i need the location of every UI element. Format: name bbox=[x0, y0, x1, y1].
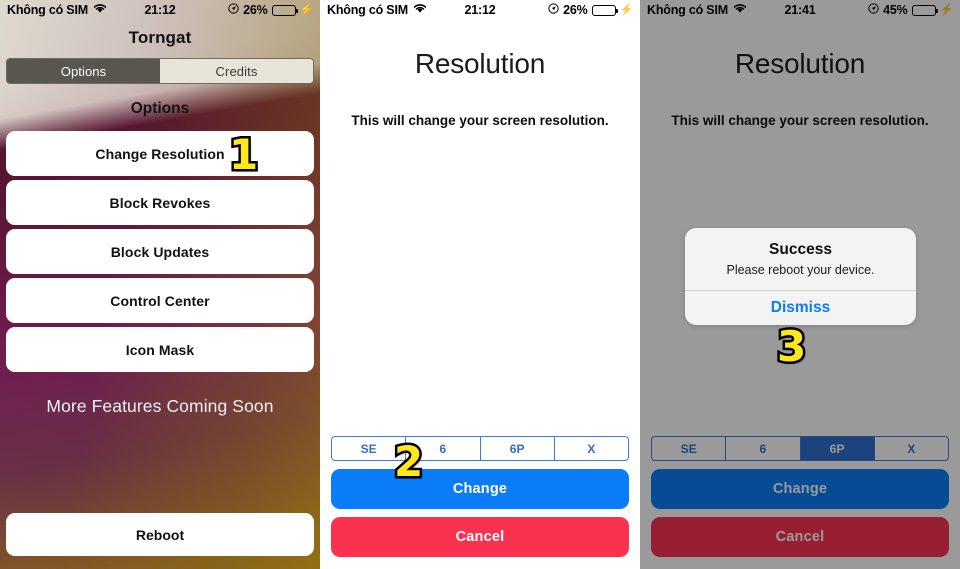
battery-icon-1 bbox=[271, 4, 299, 16]
step-badge-2: 2 bbox=[391, 437, 425, 486]
cancel-button-2[interactable]: Cancel bbox=[331, 517, 629, 557]
page-title-2: Resolution bbox=[414, 48, 546, 79]
status-bar-left-1: Không có SIM bbox=[7, 3, 107, 17]
options-list: Change Resolution Block Revokes Block Up… bbox=[0, 131, 320, 372]
option-block-updates[interactable]: Block Updates bbox=[6, 229, 314, 274]
change-button-2[interactable]: Change bbox=[331, 469, 629, 509]
wifi-icon bbox=[93, 3, 107, 17]
resolution-option-x[interactable]: X bbox=[553, 436, 629, 461]
section-header-options: Options bbox=[130, 100, 190, 117]
panel-resolution-picker: Không có SIM 21:12 26% ⚡ Resolution This… bbox=[320, 0, 640, 569]
option-control-center[interactable]: Control Center bbox=[6, 278, 314, 323]
step-badge-3: 3 bbox=[774, 322, 808, 371]
status-bar-1: Không có SIM 21:12 26% ⚡ bbox=[0, 0, 320, 20]
alert-body: Success Please reboot your device. bbox=[685, 228, 916, 290]
carrier-label-2: Không có SIM bbox=[327, 3, 408, 17]
option-change-resolution[interactable]: Change Resolution bbox=[6, 131, 314, 176]
status-bar-left-2: Không có SIM bbox=[327, 3, 427, 17]
lightning-bolt-icon: ⚡ bbox=[619, 3, 634, 16]
lightning-bolt-icon: ⚡ bbox=[299, 3, 314, 16]
step-badge-1: 1 bbox=[226, 130, 260, 179]
bottom-controls-2: SE 6 6P X Change Cancel bbox=[331, 436, 629, 557]
alert-message: Please reboot your device. bbox=[726, 263, 875, 277]
resolution-segmented-control-2[interactable]: SE 6 6P X bbox=[331, 436, 629, 461]
alert-title: Success bbox=[769, 241, 832, 258]
wifi-icon bbox=[413, 3, 427, 17]
battery-percent-2: 26% bbox=[563, 3, 588, 17]
battery-percent-1: 26% bbox=[243, 3, 268, 17]
page-subtitle-2: This will change your screen resolution. bbox=[351, 113, 609, 128]
tutorial-screenshot-strip: Không có SIM 21:12 26% ⚡ Torngat Options… bbox=[0, 0, 960, 569]
battery-icon-2 bbox=[591, 4, 619, 16]
app-title: Torngat bbox=[128, 28, 192, 47]
status-bar-right-2: 26% ⚡ bbox=[548, 3, 633, 17]
panel-resolution-success: Không có SIM 21:41 45% bbox=[640, 0, 960, 569]
reboot-button[interactable]: Reboot bbox=[6, 513, 314, 556]
more-features-label: More Features Coming Soon bbox=[46, 396, 274, 416]
location-arrow-icon bbox=[228, 3, 239, 17]
panel-1-content: Không có SIM 21:12 26% ⚡ Torngat Options… bbox=[0, 0, 320, 417]
options-credits-segmented-control[interactable]: Options Credits bbox=[6, 58, 314, 84]
carrier-label-1: Không có SIM bbox=[7, 3, 88, 17]
tab-options[interactable]: Options bbox=[7, 59, 160, 83]
tab-credits[interactable]: Credits bbox=[160, 59, 313, 83]
success-alert-dialog: Success Please reboot your device. Dismi… bbox=[685, 228, 916, 325]
panel-torngat-options: Không có SIM 21:12 26% ⚡ Torngat Options… bbox=[0, 0, 320, 569]
option-icon-mask[interactable]: Icon Mask bbox=[6, 327, 314, 372]
status-bar-right-1: 26% ⚡ bbox=[228, 3, 313, 17]
option-block-revokes[interactable]: Block Revokes bbox=[6, 180, 314, 225]
resolution-option-6p[interactable]: 6P bbox=[479, 436, 554, 461]
location-arrow-icon bbox=[548, 3, 559, 17]
status-bar-2: Không có SIM 21:12 26% ⚡ bbox=[320, 0, 640, 20]
dismiss-button[interactable]: Dismiss bbox=[685, 291, 916, 325]
